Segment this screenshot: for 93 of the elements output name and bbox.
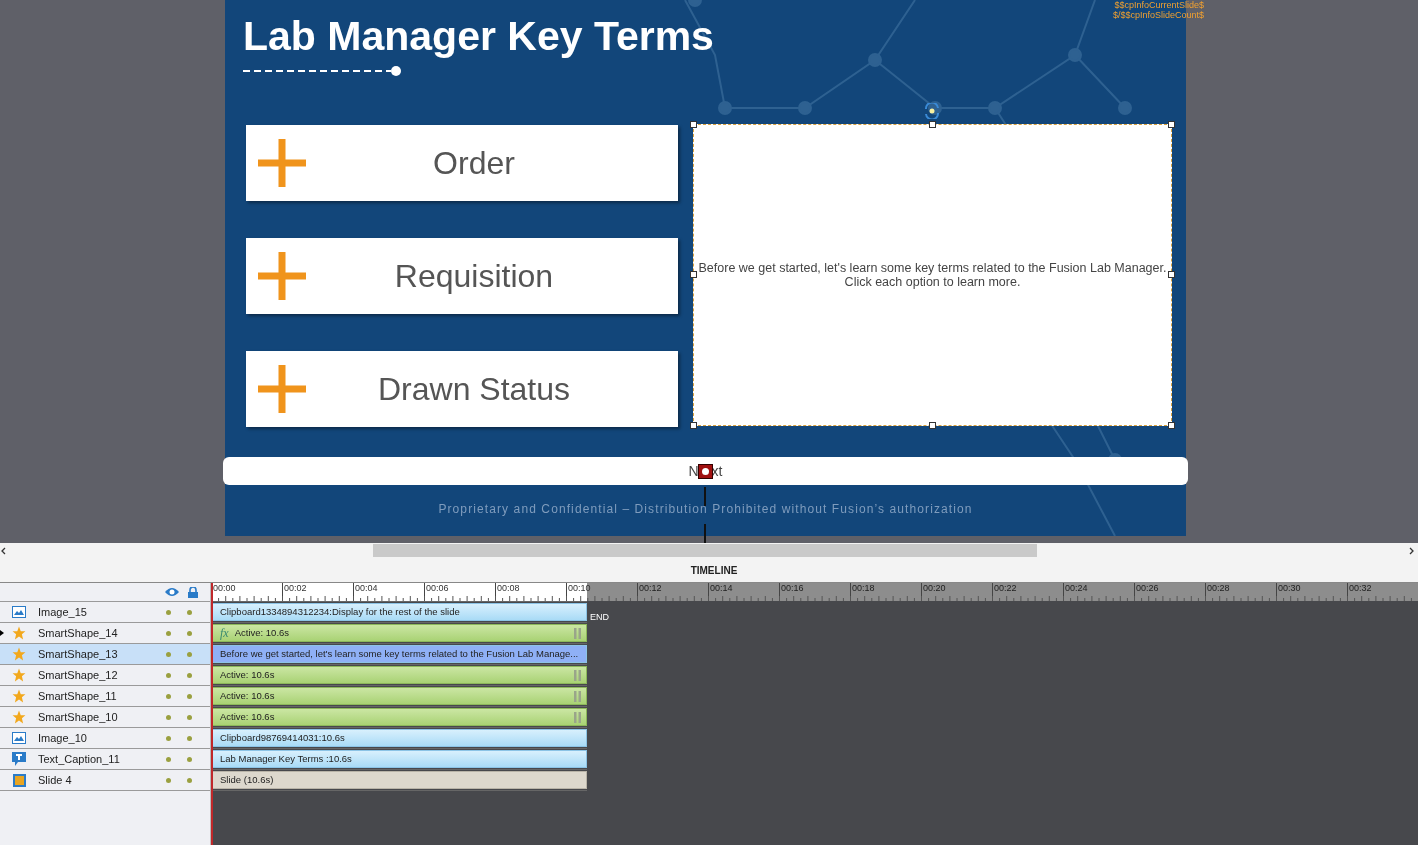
marker-line: [704, 487, 706, 506]
scroll-right-icon[interactable]: [1409, 546, 1414, 555]
resize-handle[interactable]: [929, 422, 936, 429]
layer-name: Text_Caption_11: [38, 751, 121, 767]
timeline-bar[interactable]: Clipboard98769414031:10.6s: [211, 729, 587, 747]
image-icon: [12, 732, 26, 744]
resize-handle[interactable]: [929, 121, 936, 128]
ruler-tick-label: 00:30: [1276, 583, 1347, 601]
horizontal-scrollbar-thumb[interactable]: [373, 544, 1037, 557]
bar-label: Clipboard1334894312234:Display for the rest of the slide: [220, 604, 461, 619]
star-icon: [12, 626, 26, 640]
layer-row[interactable]: Image_15: [0, 601, 210, 622]
layer-name: Image_15: [38, 604, 88, 620]
timeline-bar[interactable]: Before we get started, let's learn some key terms related to the Fusion Lab Manage...: [211, 645, 587, 663]
marker-line: [704, 524, 706, 543]
star-icon: [12, 668, 26, 682]
ruler-tick-label: 00:14: [708, 583, 779, 601]
term-option-button[interactable]: Order: [246, 125, 678, 201]
bar-label: Before we get started, let's learn some key terms related to the Fusion Lab Manage...: [220, 646, 580, 661]
timeline-bar[interactable]: Active: 10.6s: [211, 666, 587, 684]
slide-counter-variable: $/$$cpInfoSlideCount$: [1112, 10, 1204, 20]
resize-handle[interactable]: [690, 121, 697, 128]
current-layer-pointer-icon: [0, 630, 4, 636]
ruler-tick-label: 00:12: [637, 583, 708, 601]
ruler-tick-label: 00:28: [1205, 583, 1276, 601]
layer-row[interactable]: SmartShape_12: [0, 664, 210, 685]
layer-name: SmartShape_11: [38, 688, 118, 704]
bar-label: Active: 10.6s: [220, 667, 276, 682]
grip-icon[interactable]: [574, 690, 581, 702]
term-option-button[interactable]: Drawn Status: [246, 351, 678, 427]
ruler-tick-label: 00:22: [992, 583, 1063, 601]
resize-handle[interactable]: [690, 422, 697, 429]
layer-name: SmartShape_14: [38, 625, 119, 641]
eye-icon[interactable]: [165, 587, 179, 597]
intro-text-line: Before we get started, let's learn some key terms related to the Fusion Lab Manager.: [698, 261, 1167, 275]
grip-icon[interactable]: [574, 627, 581, 639]
ruler-tick-label: 00:32: [1347, 583, 1418, 601]
layer-name: SmartShape_12: [38, 667, 119, 683]
ruler-tick-label: 00:26: [1134, 583, 1205, 601]
plus-icon: [258, 139, 306, 187]
bar-label: Clipboard98769414031:10.6s: [220, 730, 346, 745]
playhead-marker[interactable]: [697, 463, 713, 479]
ruler-tick-label: 00:16: [779, 583, 850, 601]
slide-icon: [12, 773, 26, 787]
bar-label: Lab Manager Key Terms :10.6s: [220, 751, 353, 766]
text-caption-icon: [12, 752, 26, 766]
timeline-bar[interactable]: Clipboard1334894312234:Display for the rest of the slide: [211, 603, 587, 621]
timeline-title: TIMELINE: [689, 563, 738, 578]
layer-row[interactable]: Image_10: [0, 727, 210, 748]
star-icon: [12, 647, 26, 661]
grip-icon[interactable]: [574, 669, 581, 681]
plus-icon: [258, 365, 306, 413]
intro-text-line: Click each option to learn more.: [844, 275, 1021, 289]
timeline-bar[interactable]: Active: 10.6s: [211, 708, 587, 726]
lock-icon[interactable]: [188, 586, 198, 598]
bar-label: Active: 10.6s: [220, 688, 276, 703]
layer-name: SmartShape_13: [38, 646, 119, 662]
resize-handle[interactable]: [1168, 422, 1175, 429]
end-label: END: [590, 612, 609, 622]
slide-title: Lab Manager Key Terms: [243, 12, 714, 61]
image-icon: [12, 606, 26, 618]
star-icon: [12, 689, 26, 703]
term-option-button[interactable]: Requisition: [246, 238, 678, 314]
layer-row[interactable]: SmartShape_13: [0, 643, 210, 664]
layer-name: Slide 4: [38, 772, 73, 788]
rotate-handle-icon[interactable]: [923, 103, 941, 119]
layer-row[interactable]: SmartShape_11: [0, 685, 210, 706]
ruler-tick-label: 00:24: [1063, 583, 1134, 601]
dashed-underline-icon: [243, 66, 403, 76]
layer-row[interactable]: Text_Caption_11: [0, 748, 210, 769]
star-icon: [12, 710, 26, 724]
effect-label: fx: [220, 625, 229, 641]
footer-text: Proprietary and Confidential – Distribution Prohibited without Fusion’s authorization: [437, 501, 974, 518]
bar-label: Active: 10.6s: [234, 625, 291, 640]
resize-handle[interactable]: [1168, 121, 1175, 128]
slide-counter-variable: $$cpInfoCurrentSlide$: [1114, 0, 1204, 10]
layer-row[interactable]: Slide 4: [0, 769, 210, 790]
timeline-bar[interactable]: Active: 10.6s: [211, 687, 587, 705]
resize-handle[interactable]: [1168, 271, 1175, 278]
layer-row[interactable]: SmartShape_10: [0, 706, 210, 727]
bar-label: Active: 10.6s: [220, 709, 276, 724]
timeline-bar[interactable]: Lab Manager Key Terms :10.6s: [211, 750, 587, 768]
timeline-bar[interactable]: fx Active: 10.6s: [211, 624, 587, 642]
scroll-left-icon[interactable]: [1, 546, 6, 555]
timeline-bar[interactable]: Slide (10.6s): [211, 771, 587, 789]
layer-name: SmartShape_10: [38, 709, 119, 725]
resize-handle[interactable]: [690, 271, 697, 278]
plus-icon: [258, 252, 306, 300]
ruler-tick-label: 00:18: [850, 583, 921, 601]
layer-name: Image_10: [38, 730, 88, 746]
ruler-tick-label: 00:20: [921, 583, 992, 601]
bar-label: Slide (10.6s): [220, 772, 275, 787]
grip-icon[interactable]: [574, 711, 581, 723]
